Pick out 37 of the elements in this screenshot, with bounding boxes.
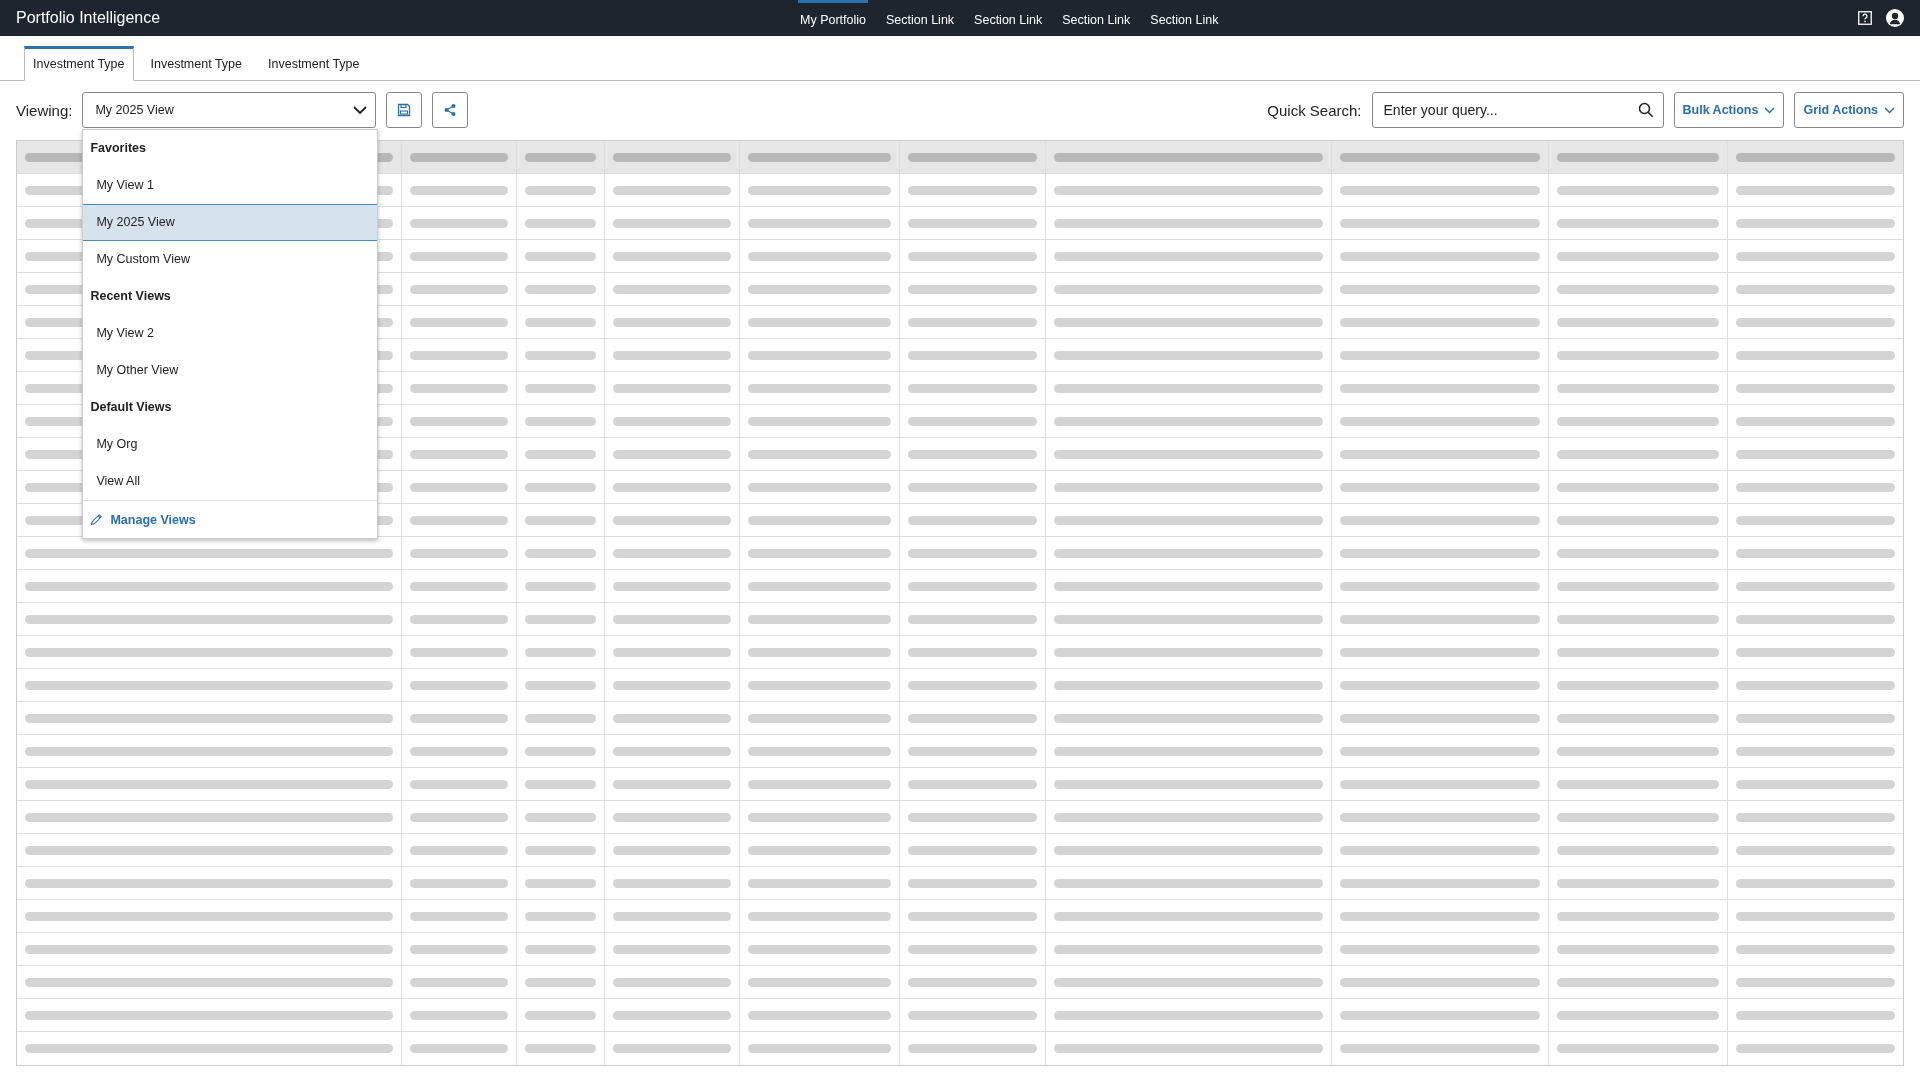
nav-link[interactable]: Section Link xyxy=(1060,0,1133,36)
save-button[interactable] xyxy=(386,92,423,128)
grid-actions-button[interactable]: Grid Actions xyxy=(1794,92,1904,128)
viewing-label: Viewing: xyxy=(16,101,73,119)
menu-heading: Default Views xyxy=(90,400,172,414)
tab[interactable]: Investment Type xyxy=(24,46,134,81)
tab[interactable]: Investment Type xyxy=(259,46,369,81)
nav-link[interactable]: Section Link xyxy=(972,0,1045,36)
help-icon[interactable] xyxy=(1858,11,1872,25)
menu-heading: Favorites xyxy=(90,141,147,155)
menu-item[interactable]: My View 2 xyxy=(83,315,378,352)
search-icon[interactable] xyxy=(1637,102,1654,118)
menu-item[interactable]: View All xyxy=(83,463,378,500)
nav-link[interactable]: Section Link xyxy=(1148,0,1221,36)
app-title: Portfolio Intelligence xyxy=(16,9,161,27)
menu-item[interactable]: My Custom View xyxy=(83,241,378,278)
pencil-icon xyxy=(90,513,104,526)
chevron-down-icon xyxy=(353,105,368,115)
nav-link[interactable]: My Portfolio xyxy=(798,0,868,36)
tab[interactable]: Investment Type xyxy=(141,46,251,81)
manage-views-link[interactable]: Manage Views xyxy=(90,512,196,527)
nav-link[interactable]: Section Link xyxy=(884,0,957,36)
quick-search-label: Quick Search: xyxy=(1267,101,1362,119)
menu-item[interactable]: My Org xyxy=(83,426,378,463)
chevron-down-icon xyxy=(1884,106,1895,114)
menu-item[interactable]: My View 1 xyxy=(83,167,378,204)
bulk-actions-button[interactable]: Bulk Actions xyxy=(1673,92,1785,128)
menu-heading: Recent Views xyxy=(90,289,171,303)
user-avatar-icon[interactable] xyxy=(1886,9,1904,27)
menu-item[interactable]: My Other View xyxy=(83,352,378,389)
share-icon xyxy=(443,103,458,117)
search-field[interactable]: Enter your query... xyxy=(1371,92,1664,128)
view-select[interactable]: My 2025 View xyxy=(82,92,377,128)
menu-item[interactable]: My 2025 View xyxy=(83,204,378,241)
share-button[interactable] xyxy=(432,92,469,128)
save-icon xyxy=(397,103,412,117)
chevron-down-icon xyxy=(1764,106,1776,114)
